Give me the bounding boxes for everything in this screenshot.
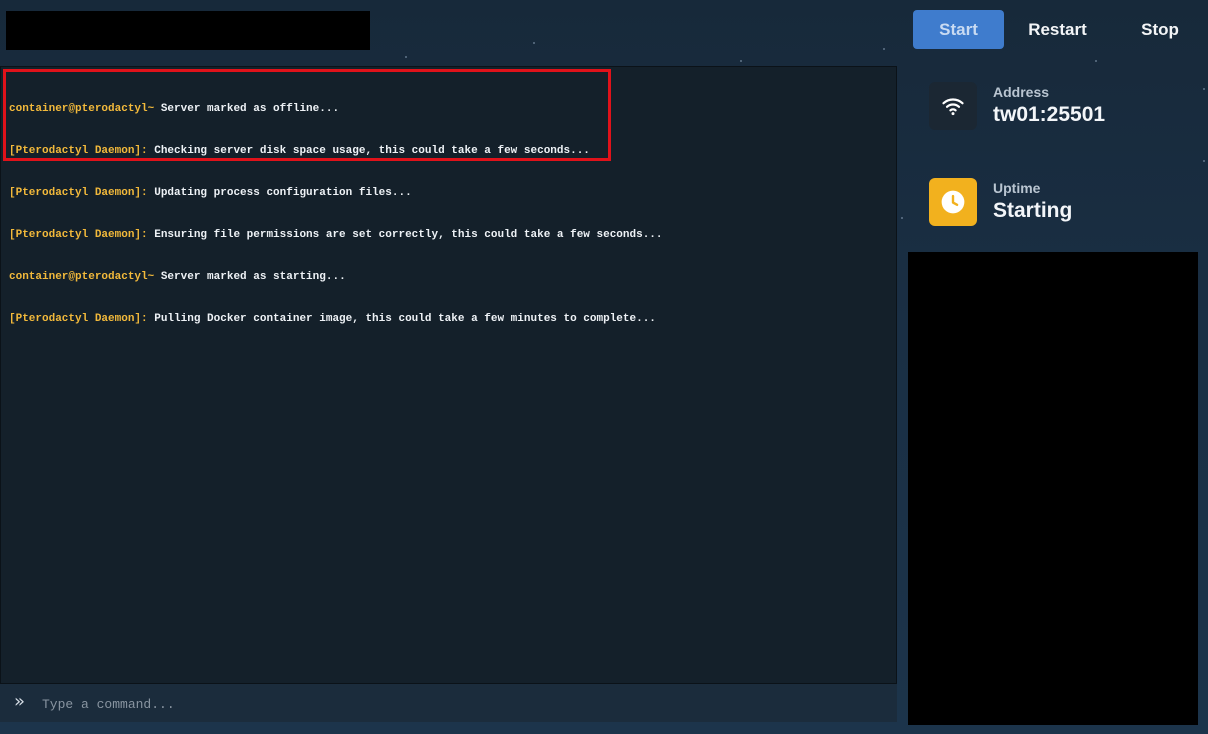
- console-line-prefix: [Pterodactyl Daemon]:: [9, 187, 148, 199]
- console-line: [Pterodactyl Daemon]: Pulling Docker con…: [9, 312, 663, 326]
- console-line-message: Pulling Docker container image, this cou…: [147, 313, 656, 325]
- console-line-message: Server marked as starting...: [154, 271, 346, 283]
- console-line: container@pterodactyl~ Server marked as …: [9, 102, 663, 116]
- redacted-panel: [908, 252, 1198, 725]
- clock-icon: [929, 178, 977, 226]
- restart-button[interactable]: Restart: [1004, 10, 1111, 49]
- console-line-message: Server marked as offline...: [154, 103, 340, 115]
- console-line-prefix: [Pterodactyl Daemon]:: [9, 313, 148, 325]
- stop-button[interactable]: Stop: [1116, 10, 1204, 49]
- console-line: [Pterodactyl Daemon]: Ensuring file perm…: [9, 228, 663, 242]
- uptime-value: Starting: [993, 199, 1073, 222]
- console-line-message: Ensuring file permissions are set correc…: [147, 229, 663, 241]
- console-line-prefix: [Pterodactyl Daemon]:: [9, 229, 148, 241]
- console-line: [Pterodactyl Daemon]: Updating process c…: [9, 186, 663, 200]
- console-line: [Pterodactyl Daemon]: Checking server di…: [9, 144, 663, 158]
- console-line-message: Checking server disk space usage, this c…: [147, 145, 590, 157]
- uptime-label: Uptime: [993, 180, 1041, 196]
- console-output[interactable]: container@pterodactyl~ Server marked as …: [0, 66, 897, 684]
- wifi-icon: [929, 82, 977, 130]
- chevron-right-icon: »: [14, 691, 26, 712]
- power-controls: Start Restart Stop: [913, 10, 1204, 49]
- address-label: Address: [993, 84, 1050, 100]
- console-line-prefix: container@pterodactyl~: [9, 103, 155, 115]
- uptime-card: Uptime Starting: [908, 174, 1198, 250]
- console-lines: container@pterodactyl~ Server marked as …: [9, 74, 663, 354]
- console-line: container@pterodactyl~ Server marked as …: [9, 270, 663, 284]
- console-line-prefix: container@pterodactyl~: [9, 271, 155, 283]
- address-value: tw01:25501: [993, 103, 1106, 126]
- console-line-prefix: [Pterodactyl Daemon]:: [9, 145, 148, 157]
- address-card: Address tw01:25501: [908, 78, 1198, 154]
- start-button[interactable]: Start: [913, 10, 1004, 49]
- command-bar: »: [0, 684, 897, 722]
- redacted-server-name: [6, 11, 370, 50]
- console-line-message: Updating process configuration files...: [147, 187, 412, 199]
- command-input[interactable]: [40, 692, 884, 716]
